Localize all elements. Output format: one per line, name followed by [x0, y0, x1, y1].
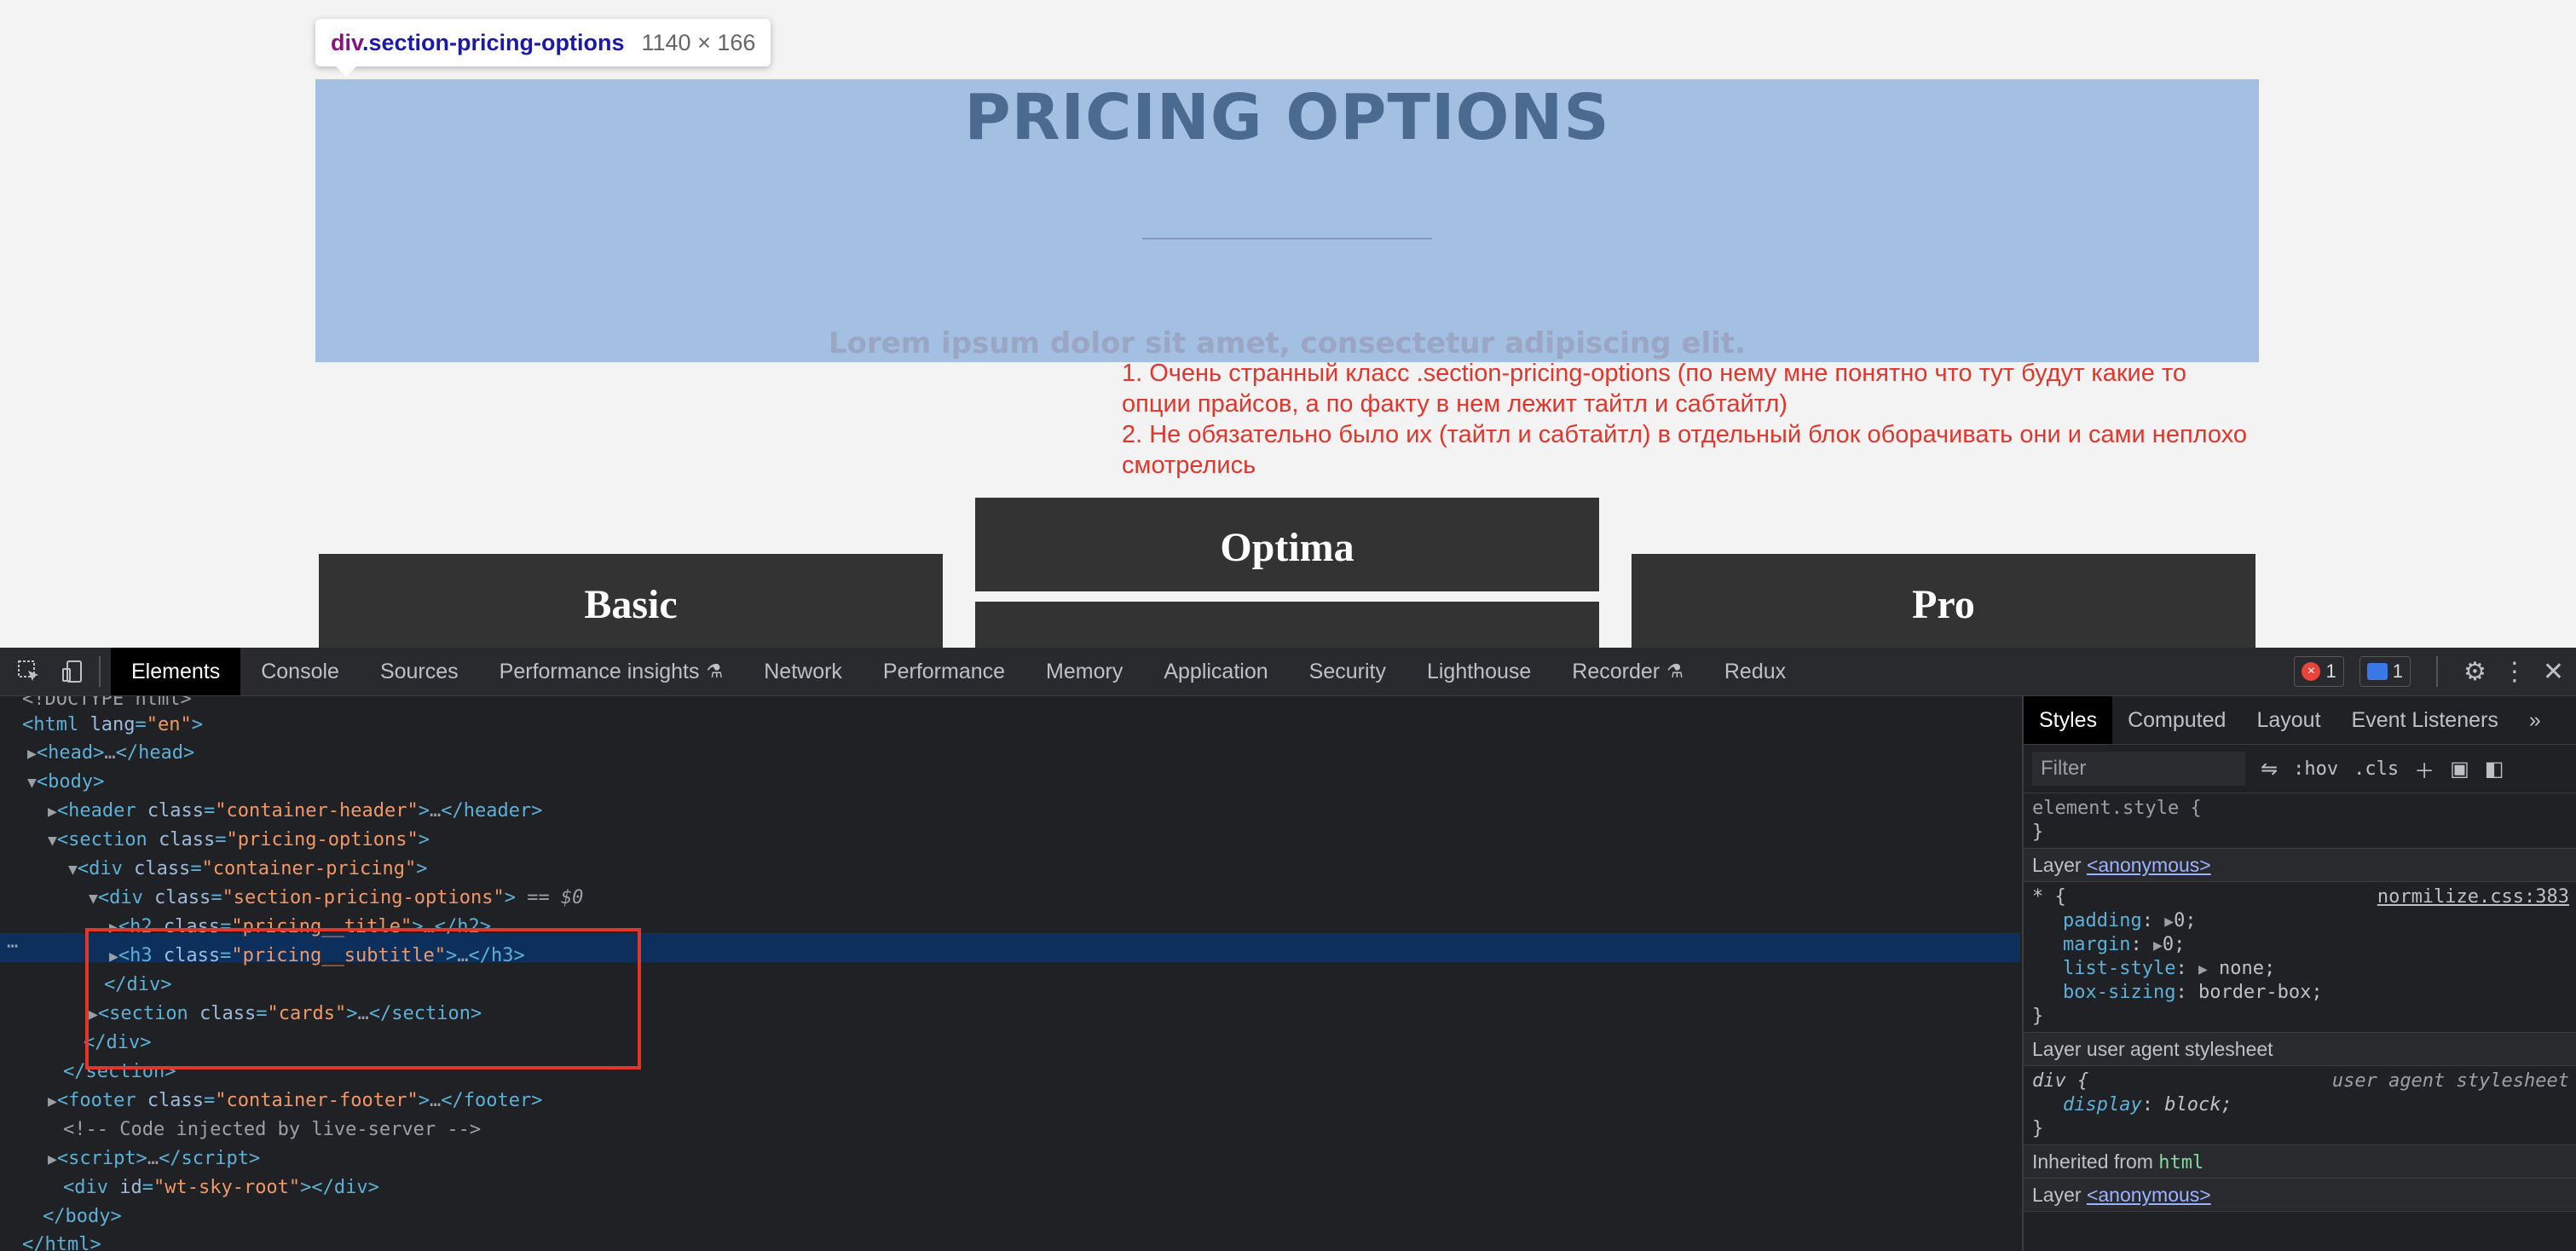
pricing-title: PRICING OPTIONS [964, 81, 1610, 154]
paint-icon[interactable]: ▣ [2450, 757, 2469, 781]
dom-script[interactable]: ▶<script>…</script> [48, 1145, 260, 1173]
tab-network[interactable]: Network [743, 648, 863, 695]
dom-section-pricing-options-selected[interactable]: ▼<div class="section-pricing-options"> =… [89, 885, 583, 912]
element-inspect-tooltip: div.section-pricing-options 1140 × 166 [315, 19, 771, 77]
styles-pane: Styles Computed Layout Event Listeners »… [2022, 696, 2576, 1251]
review-comment-2: 2. Не обязательно было их (тайтл и сабта… [1122, 421, 2248, 479]
node-actions-ellipsis[interactable]: ⋯ [7, 933, 18, 960]
dom-header[interactable]: ▶<header class="container-header">…</hea… [48, 798, 542, 825]
pricing-subtitle: Lorem ipsum dolor sit amet, consectetur … [829, 326, 1746, 360]
toolbar-right: × 1 1 ⚙ ⋮ ✕ [2294, 648, 2576, 695]
devtools-panel: Elements Console Sources Performance ins… [0, 648, 2576, 1251]
review-comment-1: 1. Очень странный класс .section-pricing… [1122, 360, 2187, 418]
review-comment: 1. Очень странный класс .section-pricing… [1122, 358, 2247, 481]
web-page-viewport: div.section-pricing-options 1140 × 166 P… [0, 0, 2576, 648]
dom-footer[interactable]: ▶<footer class="container-footer">…</foo… [48, 1087, 542, 1115]
toggle-renderings-icon[interactable]: ⇋ [2261, 757, 2278, 781]
dom-doctype[interactable]: <!DOCTYPE html> [22, 696, 192, 713]
tab-performance[interactable]: Performance [863, 648, 1025, 695]
tab-sources[interactable]: Sources [360, 648, 479, 695]
cls-button[interactable]: .cls [2354, 758, 2399, 780]
layer-user-agent: Layer user agent stylesheet [2024, 1033, 2576, 1066]
flask-icon: ⚗ [1666, 660, 1684, 682]
tab-styles[interactable]: Styles [2024, 696, 2113, 744]
tab-redux[interactable]: Redux [1704, 648, 1806, 695]
toggle-sidebar-icon[interactable]: ◧ [2485, 757, 2504, 781]
more-options-icon[interactable]: ⋮ [2502, 657, 2527, 687]
tab-console[interactable]: Console [240, 648, 360, 695]
tab-application[interactable]: Application [1143, 648, 1288, 695]
tab-elements[interactable]: Elements [111, 648, 241, 695]
errors-badge[interactable]: × 1 [2294, 656, 2344, 687]
dom-wt-sky-root[interactable]: <div id="wt-sky-root"></div> [63, 1174, 379, 1202]
tab-security[interactable]: Security [1289, 648, 1406, 695]
dom-body[interactable]: ▼<body> [27, 769, 104, 796]
close-devtools-icon[interactable]: ✕ [2543, 657, 2564, 687]
layer-anonymous-1: Layer <anonymous> [2024, 849, 2576, 882]
inherited-from-html: Inherited from html [2024, 1145, 2576, 1179]
universal-rule: * {normilize.css:383 padding: ▶0; margin… [2024, 882, 2576, 1033]
error-icon: × [2302, 662, 2321, 681]
styles-tabs: Styles Computed Layout Event Listeners » [2024, 696, 2576, 745]
inspect-element-icon[interactable] [14, 656, 44, 687]
tab-performance-insights[interactable]: Performance insights ⚗ [479, 648, 744, 695]
toolbar-separator [2435, 656, 2438, 687]
new-rule-icon[interactable]: ＋ [2414, 754, 2434, 784]
tab-event-listeners[interactable]: Event Listeners [2336, 696, 2514, 744]
dom-section-pricing[interactable]: ▼<section class="pricing-options"> [48, 827, 430, 854]
tooltip-selector: div.section-pricing-options [331, 29, 625, 55]
device-toolbar-icon[interactable] [58, 656, 89, 687]
tab-lighthouse[interactable]: Lighthouse [1406, 648, 1551, 695]
element-style-rule: element.style { } [2024, 793, 2576, 849]
ua-div-rule: div {user agent stylesheet display: bloc… [2024, 1066, 2576, 1145]
title-divider [1142, 238, 1432, 239]
rule-source-link[interactable]: normilize.css:383 [2377, 885, 2569, 909]
devtools-toolbar: Elements Console Sources Performance ins… [0, 648, 2576, 696]
settings-gear-icon[interactable]: ⚙ [2463, 657, 2486, 687]
card-optima: Optima [975, 498, 1599, 591]
styles-filter-input[interactable]: Filter [2032, 752, 2245, 786]
dom-comment[interactable]: <!-- Code injected by live-server --> [63, 1116, 481, 1144]
messages-badge[interactable]: 1 [2359, 656, 2411, 687]
more-tabs-icon[interactable]: » [2514, 696, 2556, 744]
card-basic: Basic [319, 554, 943, 648]
tab-recorder[interactable]: Recorder ⚗ [1551, 648, 1704, 695]
layer-anonymous-2: Layer <anonymous> [2024, 1179, 2576, 1212]
tab-computed[interactable]: Computed [2112, 696, 2241, 744]
dom-html-close[interactable]: </html> [22, 1231, 101, 1251]
card-pro: Pro [1632, 554, 2255, 648]
message-icon [2366, 663, 2388, 680]
card-optima-body [975, 602, 1599, 648]
toolbar-separator [99, 656, 101, 687]
dom-body-close[interactable]: </body> [43, 1203, 122, 1231]
tooltip-size: 1140 × 166 [641, 29, 756, 55]
dom-head[interactable]: ▶<head>…</head> [27, 740, 194, 767]
tab-memory[interactable]: Memory [1025, 648, 1143, 695]
elements-dom-tree: ⋯ <!DOCTYPE html> <html lang="en"> ▶<hea… [0, 696, 2020, 1251]
dom-html[interactable]: <html lang="en"> [22, 712, 203, 739]
styles-filter-bar: Filter ⇋ :hov .cls ＋ ▣ ◧ [2024, 745, 2576, 793]
hov-button[interactable]: :hov [2293, 758, 2338, 780]
tab-layout[interactable]: Layout [2241, 696, 2336, 744]
review-highlight-box [85, 928, 641, 1069]
flask-icon: ⚗ [706, 660, 724, 682]
dom-container-pricing[interactable]: ▼<div class="container-pricing"> [68, 856, 427, 883]
